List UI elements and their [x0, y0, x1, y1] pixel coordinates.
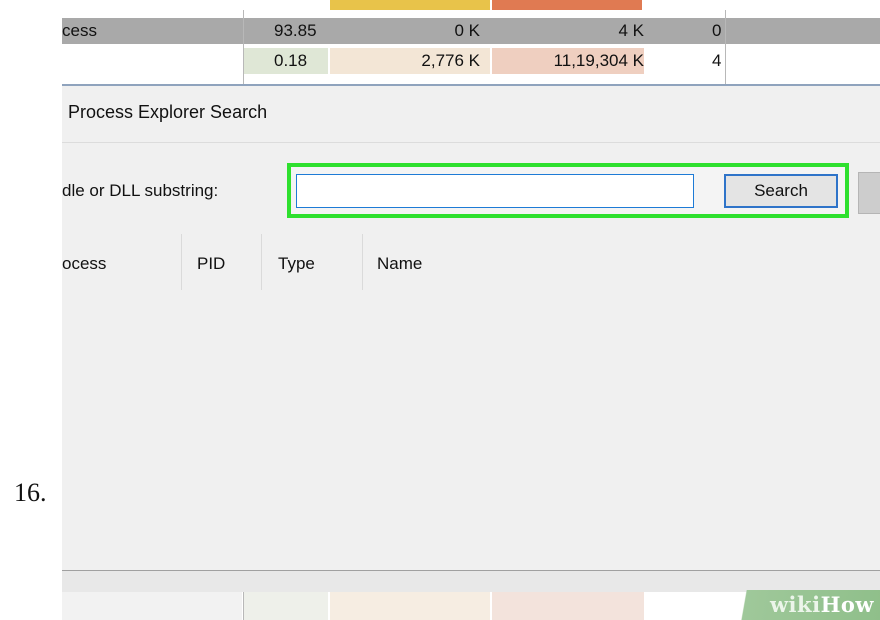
dialog-title: Process Explorer Search: [68, 102, 268, 122]
column-divider: [725, 10, 726, 84]
results-header: ocess PID Type Name: [62, 234, 880, 296]
search-label: dle or DLL substring:: [62, 181, 219, 200]
column-divider: [261, 234, 262, 290]
row-color-cell: [62, 592, 242, 620]
table-row[interactable]: 0.18 2,776 K 11,19,304 K 4: [62, 48, 880, 74]
divider: [62, 142, 880, 143]
cpu-cell: 93.85: [274, 21, 317, 40]
working-set-cell: 4 K: [618, 21, 644, 40]
search-input[interactable]: [296, 174, 694, 208]
column-header-type[interactable]: Type: [278, 254, 315, 274]
column-divider: [181, 234, 182, 290]
column-divider: [243, 10, 244, 84]
column-header-pid[interactable]: PID: [197, 254, 225, 274]
search-button[interactable]: Search: [724, 174, 838, 208]
table-row[interactable]: cess 93.85 0 K 4 K 0: [62, 18, 880, 44]
watermark-logo: wikiHow: [770, 592, 874, 617]
column-header-name[interactable]: Name: [377, 254, 422, 274]
watermark-how: How: [820, 592, 874, 617]
process-table: cess 93.85 0 K 4 K 0 0.18 2,776 K 11,19,…: [62, 0, 880, 86]
row-color-cell: [330, 592, 490, 620]
working-set-cell: 11,19,304 K: [492, 48, 644, 74]
header-color-band-orange: [492, 0, 642, 10]
process-name-cell: cess: [62, 21, 97, 40]
column-divider: [362, 234, 363, 290]
cancel-button[interactable]: [858, 172, 880, 214]
process-explorer-window: cess 93.85 0 K 4 K 0 0.18 2,776 K 11,19,…: [62, 0, 880, 620]
row-color-cell: [492, 592, 644, 620]
wikihow-watermark: wikiHow: [732, 590, 880, 620]
private-bytes-cell: 2,776 K: [330, 48, 490, 74]
watermark-wiki: wiki: [769, 592, 821, 617]
column-header-process[interactable]: ocess: [62, 254, 106, 274]
search-results-list: ocess PID Type Name: [62, 234, 880, 570]
step-number: 16.: [14, 478, 47, 507]
header-color-band-yellow: [330, 0, 490, 10]
private-bytes-cell: 0 K: [454, 21, 480, 40]
last-column-cell: 4: [712, 51, 722, 70]
row-color-cell: [244, 592, 328, 620]
last-column-cell: 0: [712, 21, 722, 40]
cpu-cell: 0.18: [244, 48, 328, 74]
